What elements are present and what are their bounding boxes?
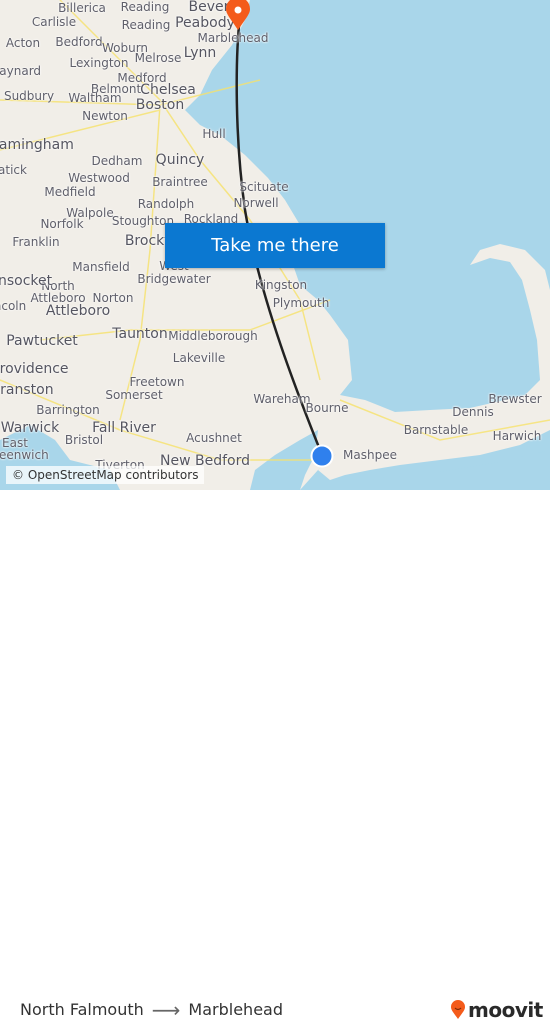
map-label: Natick xyxy=(0,163,27,177)
map-label: Sudbury xyxy=(3,89,55,103)
map-label: Franklin xyxy=(12,235,60,249)
map-label: Lynn xyxy=(183,45,217,61)
map-label: Westwood xyxy=(68,171,130,185)
map-label: Bristol xyxy=(64,433,104,447)
arrow-right-icon: ⟶ xyxy=(151,997,181,1022)
map-label: Kingston xyxy=(254,278,308,292)
map-label: Wareham xyxy=(253,392,311,406)
take-me-there-button[interactable]: Take me there xyxy=(165,223,385,268)
map-label: Providence xyxy=(0,361,69,377)
map-label: Reading xyxy=(120,0,170,14)
map-label: Acton xyxy=(5,36,41,50)
destination-name: Marblehead xyxy=(188,1000,283,1019)
map-label: Hull xyxy=(202,127,226,141)
map-label: Mashpee xyxy=(343,448,397,462)
map-label: Carlisle xyxy=(31,15,77,29)
map-label: Barnstable xyxy=(403,423,469,437)
map-label: Warwick xyxy=(0,420,60,436)
map-label: Pawtucket xyxy=(6,333,78,349)
map-label: Taunton xyxy=(112,326,168,342)
map-label: Scituate xyxy=(239,180,289,194)
origin-name: North Falmouth xyxy=(20,1000,144,1019)
map-label: Lakeville xyxy=(172,351,226,365)
map-label: Plymouth xyxy=(272,296,330,310)
map-label: Mansfield xyxy=(72,260,130,274)
route-summary: North Falmouth ⟶ Marblehead xyxy=(20,997,283,1022)
map-label: Bourne xyxy=(305,401,349,415)
map-label: Bedford xyxy=(55,35,103,49)
map-label: Newton xyxy=(82,109,128,123)
destination-pin-icon[interactable] xyxy=(224,0,252,32)
map-label: Maynard xyxy=(0,64,42,78)
map-label: Lincoln xyxy=(0,299,27,313)
map-label: Chelsea xyxy=(140,82,196,98)
moovit-logo[interactable]: moovit xyxy=(450,998,543,1022)
map-label: Marblehead xyxy=(197,31,269,45)
map-label: Framingham xyxy=(0,137,74,153)
map-label: Norwell xyxy=(233,196,279,210)
map-label: Harwich xyxy=(492,429,542,443)
map-label: Boston xyxy=(135,97,185,113)
map-label: Lexington xyxy=(69,56,129,70)
map-label: Braintree xyxy=(152,175,208,189)
map-label: Woonsocket xyxy=(0,273,53,289)
map-attribution[interactable]: © OpenStreetMap contributors xyxy=(6,466,205,484)
map-label: Brewster xyxy=(488,392,542,406)
map-label: Medfield xyxy=(44,185,96,199)
map-label: Acushnet xyxy=(186,431,242,445)
map[interactable]: Billerica Reading Beverly Carlisle Readi… xyxy=(0,0,550,490)
map-label: Cranston xyxy=(0,382,54,398)
map-label: Quincy xyxy=(155,152,205,168)
map-label: Billerica xyxy=(58,1,106,15)
map-label: East Greenwich xyxy=(0,436,49,462)
map-label: Barrington xyxy=(36,403,100,417)
map-label: Randolph xyxy=(137,197,195,211)
moovit-pin-icon xyxy=(451,1000,465,1019)
map-label: Reading xyxy=(121,18,171,32)
map-label: Somerset xyxy=(105,388,163,402)
map-label: Melrose xyxy=(134,51,182,65)
map-label: Attleboro xyxy=(45,303,111,319)
map-label: Dedham xyxy=(91,154,143,168)
map-label: Waltham xyxy=(68,91,122,105)
map-label: Freetown xyxy=(129,375,185,389)
map-label: Middleborough xyxy=(168,329,258,343)
map-label: Dennis xyxy=(452,405,494,419)
brand-name: moovit xyxy=(468,998,543,1022)
map-label: Norfolk xyxy=(40,217,84,231)
origin-marker-icon[interactable] xyxy=(310,444,334,468)
footer: North Falmouth ⟶ Marblehead moovit xyxy=(0,490,550,1022)
